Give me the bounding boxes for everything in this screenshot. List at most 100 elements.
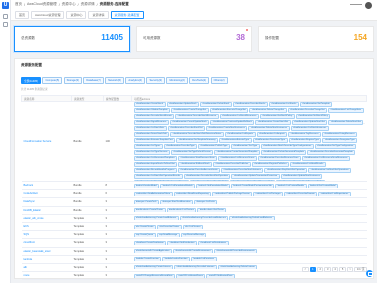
action-tag[interactable]: elasticloadbalancing:DescribeListeners <box>174 265 217 270</box>
action-tag[interactable]: cloudformation:CreateStackSet <box>255 120 291 125</box>
table-row[interactable]: Bedrock Bundle 8 bedrock:InvokeModel bedrock… <box>21 181 367 191</box>
resource-name-link[interactable]: DataSync <box>21 197 72 207</box>
action-tag[interactable]: cloudformation:ContinueUpdateRollback <box>210 120 255 125</box>
action-tag[interactable]: cloudformation:CreateGeneratedTemplate <box>214 150 260 155</box>
action-tag[interactable]: cloudformation:GetTemplate <box>299 102 333 107</box>
action-tag[interactable]: cloudformation:ListExports <box>224 132 256 137</box>
action-tag[interactable]: elasticloadbalancing:CreateListener <box>133 265 174 270</box>
action-tag[interactable]: cloudformation:DescribeStackResourceDrif… <box>276 180 325 181</box>
action-tag[interactable]: cloudformation:DeleteStackSet <box>328 120 364 125</box>
action-tag[interactable]: cloudformation:StartResourceScan <box>178 156 218 161</box>
action-tag[interactable]: cloudformation:GetStackPolicy <box>259 114 295 119</box>
action-tag[interactable]: bedrock:ListFoundationModels <box>160 183 196 188</box>
action-tag[interactable]: cloudformation:DescribeStacks <box>232 102 268 107</box>
action-tag[interactable]: cloudfront:CreateDistribution <box>133 240 167 245</box>
action-tag[interactable]: cloudformation:DetectStackSetDrift <box>189 180 230 181</box>
filter-chip[interactable]: Compute(5) <box>42 77 63 84</box>
breadcrumb-item[interactable]: AwsCloud资源管理 <box>27 2 57 7</box>
action-tag[interactable]: cloudformation:DescribeGeneratedTemplate <box>307 150 356 155</box>
table-row[interactable]: route Template 3 route53:ChangeResourceReco… <box>21 271 367 281</box>
action-tag[interactable]: sqs:ReceiveMessage <box>180 232 207 237</box>
page-button[interactable]: 5 <box>339 266 346 272</box>
action-tag[interactable]: elasticbeanstalk:DescribeEnvironments <box>213 249 258 254</box>
action-tag[interactable]: elasticbeanstalk:CreateApplication <box>133 249 172 254</box>
action-tag[interactable]: cloudformation:DescribeResourceScan <box>257 156 301 161</box>
app-logo[interactable]: U <box>2 2 9 9</box>
chat-button[interactable] <box>366 270 373 277</box>
action-tag[interactable]: cloudformation:ImportStacksToStackSet <box>133 162 178 167</box>
action-tag[interactable]: cloudformation:DetectStackDrift <box>133 132 170 137</box>
action-tag[interactable]: cloudformation:CreateStackInstances <box>206 126 248 131</box>
action-tag[interactable]: cloudformation:DescribeType <box>163 144 198 149</box>
action-tag[interactable]: codeartifact:PublishPackageVersion <box>212 191 253 196</box>
page-size-select[interactable]: 13 / 页 <box>354 266 367 272</box>
action-tag[interactable]: cloudformation:ValidateTemplate <box>133 108 171 113</box>
table-row[interactable]: elastic_beanstalk_stool Template 3 elasticb… <box>21 247 367 256</box>
page-button[interactable]: 3 <box>324 266 331 272</box>
action-tag[interactable]: cloudformation:TagResource <box>288 132 322 137</box>
action-tag[interactable]: cloudformation:SetStackPolicy <box>295 114 331 119</box>
action-tag[interactable]: lambda:InvokeFunction <box>162 257 190 262</box>
action-tag[interactable]: cloudformation:ListStackInstances <box>290 126 329 131</box>
resource-name-link[interactable]: elastic_alb_cnote <box>21 214 72 223</box>
action-tag[interactable]: cloudformation:GetTemplateSummary <box>176 138 219 143</box>
table-row[interactable]: lambda Template 3 lambda:CreateFunction lamb… <box>21 255 367 264</box>
action-tag[interactable]: lambda:ListFunctions <box>190 257 217 262</box>
action-tag[interactable]: cloudformation:DescribeStackEvents <box>133 114 175 119</box>
action-tag[interactable]: route53:GetHostedZone <box>206 273 235 278</box>
breadcrumb-item[interactable]: 资源中心 <box>62 2 76 7</box>
next-page-button[interactable]: > <box>346 266 354 272</box>
page-button[interactable]: 2 <box>317 266 324 272</box>
filter-chip[interactable]: Database(7) <box>83 77 104 84</box>
resource-name-link[interactable]: SQS <box>21 230 72 240</box>
page-button[interactable]: 1 <box>309 266 317 272</box>
action-tag[interactable]: route53:ChangeResourceRecordSets <box>133 273 175 278</box>
table-row[interactable]: SQS Template 3 sqs:CreateQueue sqs:SendMessa… <box>21 230 367 240</box>
action-tag[interactable]: cloudformation:DeleteStackInstances <box>248 126 290 131</box>
prev-page-button[interactable]: < <box>302 266 309 272</box>
action-tag[interactable]: elasticloadbalancing:DeleteLoadBalancer <box>229 216 275 221</box>
breadcrumb-item[interactable]: 资源详情 <box>81 2 95 7</box>
action-tag[interactable]: cloudformation:DetectStackResourceDrift <box>230 180 276 181</box>
filter-chip[interactable]: Others(2) <box>210 77 228 84</box>
action-tag[interactable]: cloudformation:ListStackSetOperations <box>308 168 352 173</box>
action-tag[interactable]: eks:ListClusters <box>182 224 204 229</box>
action-tag[interactable]: datasync:StartTaskExecution <box>159 199 194 204</box>
action-tag[interactable]: cloudformation:SetTypeDefaultVersion <box>171 150 214 155</box>
action-tag[interactable]: cloudformation:DescribeChangeSet <box>287 108 328 113</box>
action-tag[interactable]: route53:ListHostedZones <box>175 273 206 278</box>
action-tag[interactable]: cloudformation:ListResourceScans <box>218 156 257 161</box>
action-tag[interactable]: cloudformation:ListTypes <box>133 144 163 149</box>
filter-chip[interactable]: 全部(11405) <box>21 77 41 84</box>
action-tag[interactable]: cloudformation:DescribeAccountLimits <box>177 168 221 173</box>
action-tag[interactable]: cloudformation:DescribeStackDriftDetecti… <box>170 132 224 137</box>
action-tag[interactable]: cloudformation:UpdateStack <box>166 102 199 107</box>
action-tag[interactable]: cloudformation:SetTypeConfiguration <box>314 144 356 149</box>
action-tag[interactable]: cloudformation:DeleteStack <box>199 102 232 107</box>
action-tag[interactable]: cloudfront:ListDistributions <box>197 240 229 245</box>
action-tag[interactable]: cloudformation:DescribeStackSetOperation <box>183 174 231 179</box>
action-tag[interactable]: cloudformation:ListImports <box>256 132 288 137</box>
action-tag[interactable]: cloudformation:ListStackSetOperationResu… <box>133 174 183 179</box>
action-tag[interactable]: cloudformation:RollbackStack <box>178 162 213 167</box>
breadcrumb-item[interactable]: 首页 <box>15 2 22 7</box>
action-tag[interactable]: codeartifact:ReadFromRepository <box>173 191 212 196</box>
tab-resource-detail[interactable]: 资源详情 <box>88 11 109 19</box>
tab-home[interactable]: 首页 <box>15 11 30 19</box>
action-tag[interactable]: docdb-elastic:ListClusters <box>166 208 197 213</box>
action-tag[interactable]: bedrock:InvokeModel <box>133 183 160 188</box>
stat-card[interactable]: 可用资源数 38 <box>136 26 252 52</box>
action-tag[interactable]: bedrock:GetFoundationModel <box>196 183 230 188</box>
action-tag[interactable]: cloudformation:DescribePublisher <box>213 162 251 167</box>
resource-name-link[interactable]: lambda <box>21 255 72 264</box>
action-tag[interactable]: cloudformation:UpdateStackInstances <box>280 174 323 179</box>
resource-name-link[interactable]: cloudfront <box>21 238 72 248</box>
resource-name-link[interactable]: Bedrock <box>21 181 72 191</box>
table-row[interactable]: EKS Template 3 eks:CreateCluster eks:Describ… <box>21 222 367 232</box>
action-tag[interactable]: codeartifact:DescribeDomain <box>284 191 318 196</box>
action-tag[interactable]: cloudformation:ExecuteChangeSet <box>209 108 249 113</box>
filter-chip[interactable]: Network(6) <box>105 77 124 84</box>
stat-card[interactable]: 操作配置 154 <box>258 26 374 52</box>
action-tag[interactable]: bedrock:GetCustomModel <box>307 183 339 188</box>
resource-name-link[interactable]: alb <box>21 263 72 273</box>
